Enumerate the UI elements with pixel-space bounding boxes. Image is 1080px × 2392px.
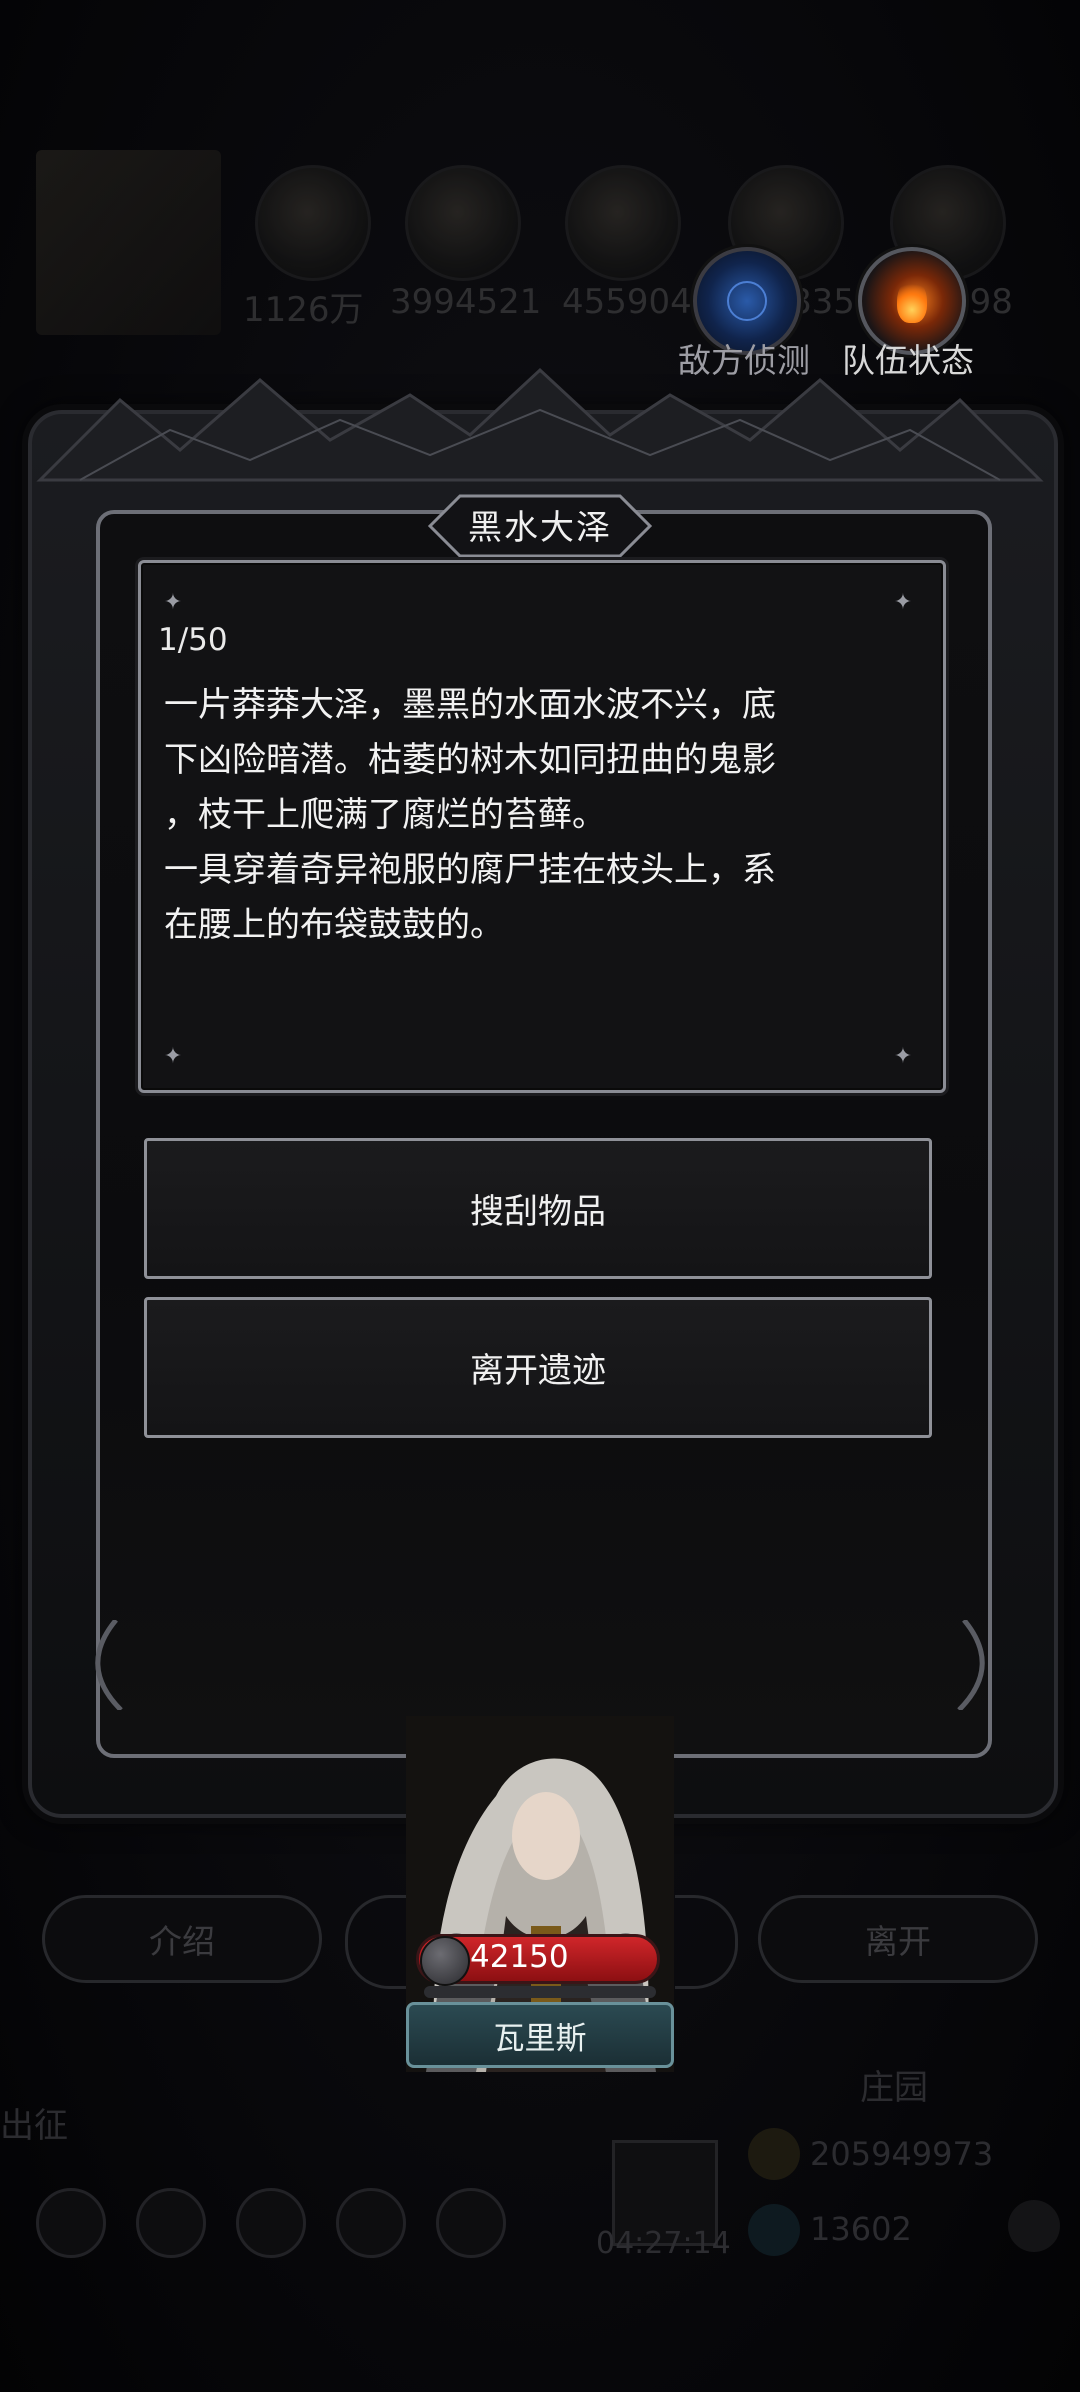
radar-icon [727,281,767,321]
sparkle-icon: ✦ [163,590,183,615]
resource-value: 455904 [562,282,692,322]
flame-icon [897,279,927,323]
bottom-icon-2 [136,2188,206,2258]
resource-icon-1 [255,165,371,281]
frame-claw-right [957,1620,985,1710]
character-name[interactable]: 瓦里斯 [406,2002,674,2068]
dialog-title: 黑水大泽 [468,508,612,548]
resource-icon-2 [405,165,521,281]
add-icon [1008,2200,1060,2252]
intro-button[interactable]: 介绍 [42,1895,322,1983]
choice-leave-ruins-button[interactable]: 离开遗迹 [144,1297,932,1438]
frame-claw-left [95,1620,123,1710]
gem-value: 13602 [810,2210,912,2248]
manor-label: 庄园 [860,2068,928,2108]
sparkle-icon: ✦ [163,1044,183,1069]
bottom-icon-4 [336,2188,406,2258]
character-hp-value: 42150 [470,1939,569,1975]
choice-search-items-button[interactable]: 搜刮物品 [144,1138,932,1279]
gold-icon [748,2128,800,2180]
gold-value: 205949973 [810,2135,994,2173]
character-sub-bar [424,1986,656,1998]
sparkle-icon: ✦ [893,1044,913,1069]
resource-value: 3994521 [390,282,542,322]
gem-icon [748,2204,800,2256]
resource-value: 1126万 [243,290,364,330]
page-counter: 1/50 [158,622,228,658]
expedition-label: 出征 [0,2106,68,2146]
story-text: 一片莽莽大泽，墨黑的水面水波不兴，底 下凶险暗潜。枯萎的树木如同扭曲的鬼影 ，枝… [164,685,776,945]
bottom-icon-5 [436,2188,506,2258]
shield-icon [420,1936,470,1986]
bottom-icon-3 [236,2188,306,2258]
frame-ornament [36,367,1044,482]
player-portrait [36,150,221,335]
leave-button[interactable]: 离开 [758,1895,1038,1983]
resource-icon-3 [565,165,681,281]
sparkle-icon: ✦ [893,590,913,615]
bottom-icon-1 [36,2188,106,2258]
timer-text: 04:27:14 [596,2226,731,2261]
